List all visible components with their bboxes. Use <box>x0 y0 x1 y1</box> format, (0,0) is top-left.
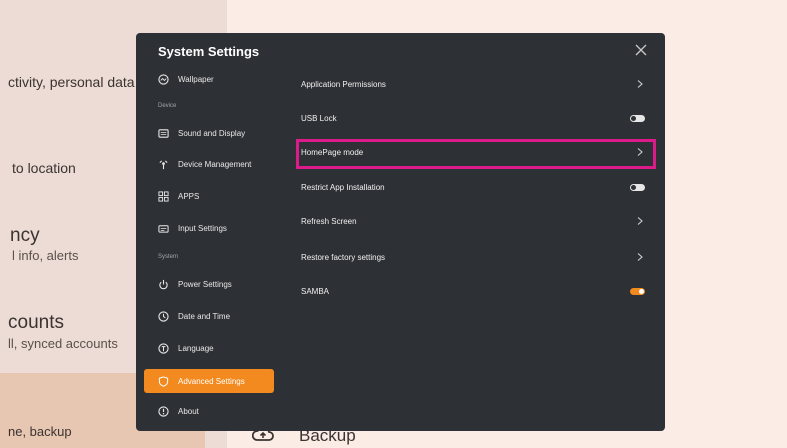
sidebar-item-sound-display[interactable]: Sound and Display <box>144 121 274 145</box>
row-label: USB Lock <box>301 113 337 123</box>
section-label-device: Device <box>158 103 177 109</box>
row-samba[interactable]: SAMBA <box>301 277 655 305</box>
background-text: ll, synced accounts <box>8 336 118 351</box>
input-icon <box>158 224 169 233</box>
background-text: ne, backup <box>8 424 72 439</box>
row-restore-factory-settings[interactable]: Restore factory settings <box>301 243 655 271</box>
sidebar-item-label: Wallpaper <box>178 74 214 84</box>
clock-icon <box>158 310 169 322</box>
background-text: ctivity, personal data <box>8 74 135 90</box>
sidebar-item-label: Device Management <box>178 159 252 169</box>
row-refresh-screen[interactable]: Refresh Screen <box>301 207 655 235</box>
row-application-permissions[interactable]: Application Permissions <box>301 70 655 98</box>
sidebar-item-advanced-settings[interactable]: Advanced Settings <box>144 369 274 393</box>
chevron-right-icon <box>637 253 643 261</box>
sidebar-item-label: Date and Time <box>178 311 231 321</box>
sidebar-item-date-time[interactable]: Date and Time <box>144 304 274 328</box>
row-usb-lock[interactable]: USB Lock <box>301 104 655 132</box>
close-icon[interactable] <box>634 43 648 57</box>
sidebar-item-apps[interactable]: APPS <box>144 184 274 208</box>
sidebar-item-about[interactable]: About <box>144 399 274 423</box>
display-icon <box>158 128 169 138</box>
device-icon <box>159 159 168 169</box>
background-text: counts <box>8 312 64 333</box>
chevron-right-icon <box>637 80 643 88</box>
background-text: to location <box>12 160 76 176</box>
sidebar-item-wallpaper[interactable]: Wallpaper <box>144 67 274 91</box>
chevron-right-icon <box>637 217 643 225</box>
background-text: ncy <box>10 225 40 246</box>
sidebar-item-label: About <box>178 406 199 416</box>
row-label: Refresh Screen <box>301 216 357 226</box>
apps-icon <box>158 190 169 202</box>
sidebar-item-label: APPS <box>178 191 200 201</box>
shield-icon <box>158 375 169 387</box>
sidebar-item-label: Power Settings <box>178 279 232 289</box>
sidebar-item-label: Input Settings <box>178 223 227 233</box>
row-label: Restore factory settings <box>301 252 386 262</box>
dialog-title: System Settings <box>158 44 260 59</box>
row-restrict-app-installation[interactable]: Restrict App Installation <box>301 173 655 201</box>
sidebar-item-device-management[interactable]: Device Management <box>144 152 274 176</box>
sidebar-item-label: Advanced Settings <box>178 376 245 386</box>
sidebar-item-label: Sound and Display <box>178 128 246 138</box>
section-label-system: System <box>158 254 179 260</box>
power-icon <box>159 279 168 289</box>
row-label: Restrict App Installation <box>301 182 385 192</box>
sidebar-item-language[interactable]: Language <box>144 336 274 360</box>
wallpaper-icon <box>158 73 169 85</box>
usb-lock-toggle[interactable] <box>630 114 645 122</box>
highlight-box <box>296 139 656 169</box>
info-icon <box>158 405 169 417</box>
row-label: SAMBA <box>301 286 330 296</box>
samba-toggle[interactable] <box>630 287 645 295</box>
system-settings-dialog: System Settings Wallpaper Device Sound a… <box>136 33 665 431</box>
background-text: l info, alerts <box>12 248 79 263</box>
row-label: Application Permissions <box>301 79 386 89</box>
restrict-app-installation-toggle[interactable] <box>630 183 645 191</box>
sidebar-item-power-settings[interactable]: Power Settings <box>144 272 274 296</box>
sidebar-item-input-settings[interactable]: Input Settings <box>144 216 274 240</box>
language-icon <box>158 342 169 354</box>
sidebar-item-label: Language <box>178 343 214 353</box>
